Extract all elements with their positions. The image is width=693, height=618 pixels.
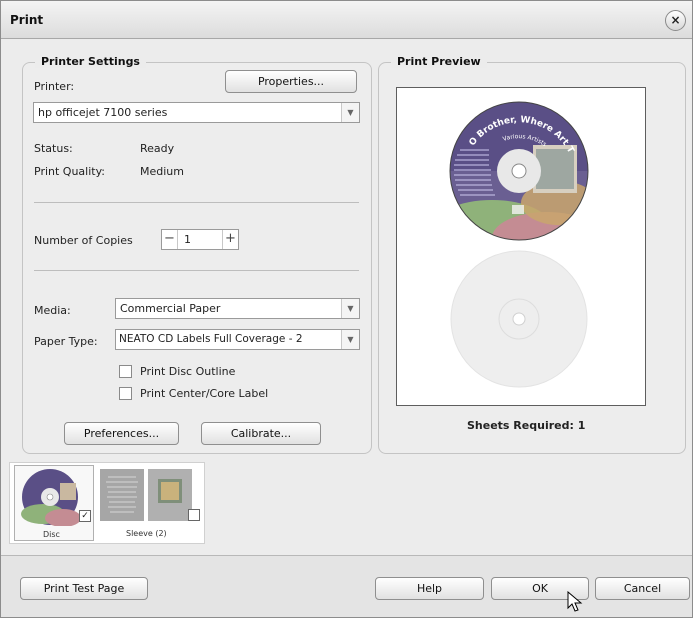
print-quality-label: Print Quality: xyxy=(34,165,106,178)
checkmark-icon[interactable]: ✓ xyxy=(79,510,91,522)
ghost-disc xyxy=(450,250,588,388)
cancel-button[interactable]: Cancel xyxy=(595,577,690,600)
printer-settings-legend: Printer Settings xyxy=(35,55,146,68)
media-select-value: Commercial Paper xyxy=(120,302,221,315)
calibrate-button[interactable]: Calibrate... xyxy=(201,422,321,445)
increment-button[interactable]: + xyxy=(222,230,238,249)
sheets-required: Sheets Required: 1 xyxy=(467,419,586,432)
sleeve-thumbnail-icon xyxy=(100,469,192,521)
item-thumbnails: Disc ✓ Sleeve (2) xyxy=(9,462,205,544)
decrement-button[interactable]: − xyxy=(162,230,178,249)
thumbnail-disc[interactable]: Disc ✓ xyxy=(14,465,94,541)
thumbnail-caption: Sleeve (2) xyxy=(126,529,167,538)
thumbnail-sleeve[interactable]: Sleeve (2) xyxy=(98,465,202,541)
copies-value[interactable]: 1 xyxy=(184,233,191,246)
copies-stepper[interactable]: − 1 + xyxy=(161,229,239,250)
print-center-label-checkbox[interactable] xyxy=(119,387,132,400)
properties-button[interactable]: Properties... xyxy=(225,70,357,93)
preview-canvas: O Brother, Where Art Thou? Various Artis… xyxy=(394,81,589,388)
status-label: Status: xyxy=(34,142,73,155)
chevron-down-icon: ▼ xyxy=(341,299,359,318)
title-bar: Print × xyxy=(1,1,692,39)
media-select[interactable]: Commercial Paper ▼ xyxy=(115,298,360,319)
unchecked-box-icon[interactable] xyxy=(188,509,200,521)
print-preview-legend: Print Preview xyxy=(391,55,487,68)
media-label: Media: xyxy=(34,304,71,317)
divider xyxy=(34,202,359,203)
print-dialog: Print × Printer Settings Printer: Proper… xyxy=(0,0,693,618)
chevron-down-icon: ▼ xyxy=(341,330,359,349)
calibrate-button-label: Calibrate... xyxy=(230,427,292,440)
preferences-button[interactable]: Preferences... xyxy=(64,422,179,445)
chevron-down-icon: ▼ xyxy=(341,103,359,122)
ok-label: OK xyxy=(532,582,548,595)
paper-type-select[interactable]: NEATO CD Labels Full Coverage - 2 ▼ xyxy=(115,329,360,350)
print-center-label-label[interactable]: Print Center/Core Label xyxy=(140,387,268,400)
preview-page: O Brother, Where Art Thou? Various Artis… xyxy=(394,81,646,406)
print-test-page-button[interactable]: Print Test Page xyxy=(20,577,148,600)
status-value: Ready xyxy=(140,142,175,155)
print-quality-value: Medium xyxy=(140,165,184,178)
thumbnail-caption: Disc xyxy=(43,530,60,539)
properties-button-label: Properties... xyxy=(257,75,325,88)
paper-type-select-value: NEATO CD Labels Full Coverage - 2 xyxy=(119,333,303,345)
close-icon: × xyxy=(670,13,681,27)
print-disc-outline-label[interactable]: Print Disc Outline xyxy=(140,365,235,378)
number-of-copies-label: Number of Copies xyxy=(34,234,133,247)
close-button[interactable]: × xyxy=(665,10,686,31)
preferences-button-label: Preferences... xyxy=(83,427,160,440)
printer-select-value: hp officejet 7100 series xyxy=(38,106,168,119)
mouse-pointer-icon xyxy=(567,591,583,612)
divider xyxy=(34,270,359,271)
help-label: Help xyxy=(416,582,443,595)
help-button[interactable]: Help xyxy=(375,577,484,600)
printer-select[interactable]: hp officejet 7100 series ▼ xyxy=(33,102,360,123)
print-disc-outline-checkbox[interactable] xyxy=(119,365,132,378)
print-test-page-label: Print Test Page xyxy=(43,582,125,595)
printer-label: Printer: xyxy=(34,80,75,93)
cancel-label: Cancel xyxy=(623,582,662,595)
paper-type-label: Paper Type: xyxy=(34,335,98,348)
dialog-title: Print xyxy=(10,13,44,27)
